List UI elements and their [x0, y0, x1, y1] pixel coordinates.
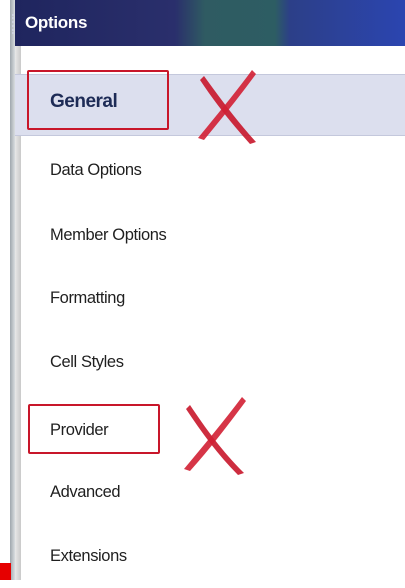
general-highlight-box: [27, 70, 169, 130]
nav-item-member-options[interactable]: Member Options: [15, 207, 405, 267]
nav-item-label: Formatting: [50, 289, 125, 307]
nav-item-label: Cell Styles: [50, 353, 124, 371]
nav-item-cell-styles[interactable]: Cell Styles: [15, 334, 405, 394]
nav-item-label: Member Options: [50, 226, 167, 244]
nav-item-label: Data Options: [50, 161, 142, 179]
nav-item-data-options[interactable]: Data Options: [15, 142, 405, 202]
grip-handle[interactable]: [12, 14, 20, 34]
x-mark-icon: [184, 397, 246, 475]
nav-item-label: Advanced: [50, 483, 121, 501]
red-corner-block: [0, 563, 11, 580]
nav-item-extensions[interactable]: Extensions: [15, 528, 405, 588]
title-bar: Options: [12, 0, 405, 46]
provider-highlight-box: [28, 404, 160, 454]
window-title: Options: [25, 13, 88, 32]
nav-item-formatting[interactable]: Formatting: [15, 270, 405, 330]
x-mark-icon: [198, 70, 256, 144]
nav-item-label: Extensions: [50, 547, 127, 565]
